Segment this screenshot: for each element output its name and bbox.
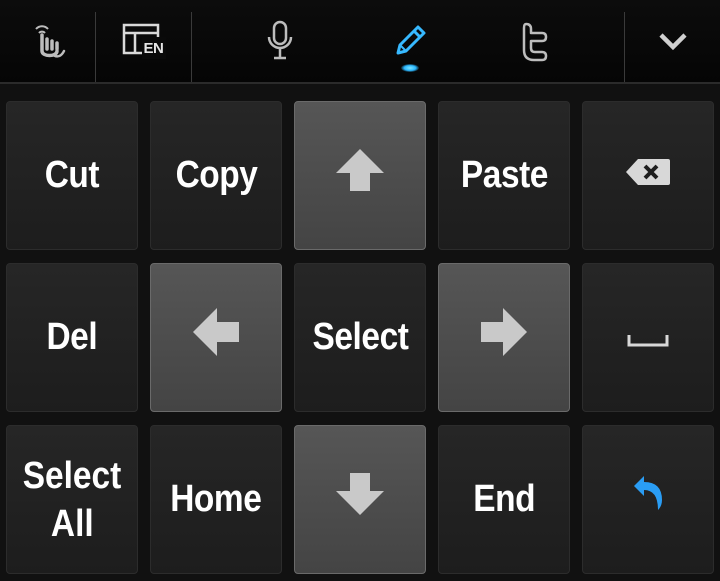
editing-toolbar: EN <box>0 0 720 84</box>
cut-label: Cut <box>44 153 100 196</box>
backspace-icon <box>624 153 672 199</box>
undo-key[interactable] <box>582 425 714 574</box>
copy-key[interactable]: Copy <box>150 101 282 250</box>
twitter-button[interactable] <box>487 0 583 82</box>
up-arrow-icon <box>332 145 388 207</box>
home-label: Home <box>170 477 262 520</box>
right-arrow-icon <box>477 304 531 372</box>
cursor-right-key[interactable] <box>438 263 570 412</box>
space-key[interactable] <box>582 263 714 412</box>
space-icon <box>627 315 669 361</box>
select-label: Select <box>312 315 408 358</box>
del-label: Del <box>46 315 98 358</box>
undo-icon <box>628 474 668 526</box>
gesture-icon <box>30 21 66 61</box>
keyboard-layout-icon: EN <box>120 21 168 61</box>
paste-key[interactable]: Paste <box>438 101 570 250</box>
backspace-key[interactable] <box>582 101 714 250</box>
cursor-left-key[interactable] <box>150 263 282 412</box>
end-key[interactable]: End <box>438 425 570 574</box>
copy-label: Copy <box>175 153 257 196</box>
gesture-button[interactable] <box>0 0 95 82</box>
twitter-icon <box>518 20 552 62</box>
chevron-down-icon <box>657 30 689 52</box>
cursor-up-key[interactable] <box>294 101 426 250</box>
voice-input-button[interactable] <box>232 0 328 82</box>
language-code-label: EN <box>143 40 164 57</box>
select-all-label-line1: Select <box>22 454 122 497</box>
paste-label: Paste <box>460 153 548 196</box>
home-key[interactable]: Home <box>150 425 282 574</box>
microphone-icon <box>265 19 295 63</box>
cursor-down-key[interactable] <box>294 425 426 574</box>
select-all-label-line2: All <box>50 502 94 545</box>
select-all-key[interactable]: Select All <box>6 425 138 574</box>
pen-edit-icon <box>390 21 430 61</box>
active-indicator <box>401 64 419 72</box>
end-label: End <box>473 477 535 520</box>
down-arrow-icon <box>332 469 388 531</box>
collapse-toolbar-button[interactable] <box>625 0 720 82</box>
edit-mode-button[interactable] <box>362 0 458 82</box>
select-key[interactable]: Select <box>294 263 426 412</box>
left-arrow-icon <box>189 304 243 372</box>
cut-key[interactable]: Cut <box>6 101 138 250</box>
delete-key[interactable]: Del <box>6 263 138 412</box>
language-layout-button[interactable]: EN <box>96 0 191 82</box>
